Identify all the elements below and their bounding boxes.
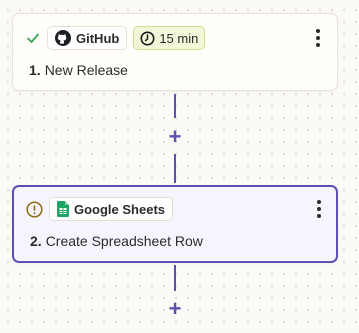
more-options-icon[interactable] — [316, 200, 322, 218]
app-chip-github[interactable]: GitHub — [47, 26, 128, 50]
step-title: 1. New Release — [29, 62, 128, 78]
step-number: 1. — [29, 62, 41, 78]
connector-line — [174, 265, 176, 291]
step-card-trigger[interactable]: GitHub 15 min 1. New Release — [12, 13, 338, 91]
step-title: 2. Create Spreadsheet Row — [30, 233, 203, 249]
time-label: 15 min — [159, 30, 199, 46]
check-icon — [25, 31, 41, 45]
step-number: 2. — [30, 233, 42, 249]
warning-circle-icon — [26, 200, 43, 218]
app-chip-google-sheets[interactable]: Google Sheets — [49, 197, 174, 221]
add-step-icon[interactable]: + — [166, 126, 184, 148]
connector-line — [174, 154, 176, 183]
app-name: GitHub — [76, 30, 120, 46]
google-sheets-icon — [57, 201, 69, 217]
github-icon — [55, 30, 71, 46]
step-name: New Release — [44, 62, 128, 78]
step-card-action[interactable]: Google Sheets 2. Create Spreadsheet Row — [12, 185, 338, 263]
polling-time-badge: 15 min — [133, 26, 206, 50]
more-options-icon[interactable] — [315, 29, 321, 47]
connector-line — [174, 94, 176, 118]
clock-icon — [140, 31, 155, 46]
step-name: Create Spreadsheet Row — [45, 233, 203, 249]
app-name: Google Sheets — [74, 201, 166, 217]
add-step-icon[interactable]: + — [166, 298, 184, 320]
